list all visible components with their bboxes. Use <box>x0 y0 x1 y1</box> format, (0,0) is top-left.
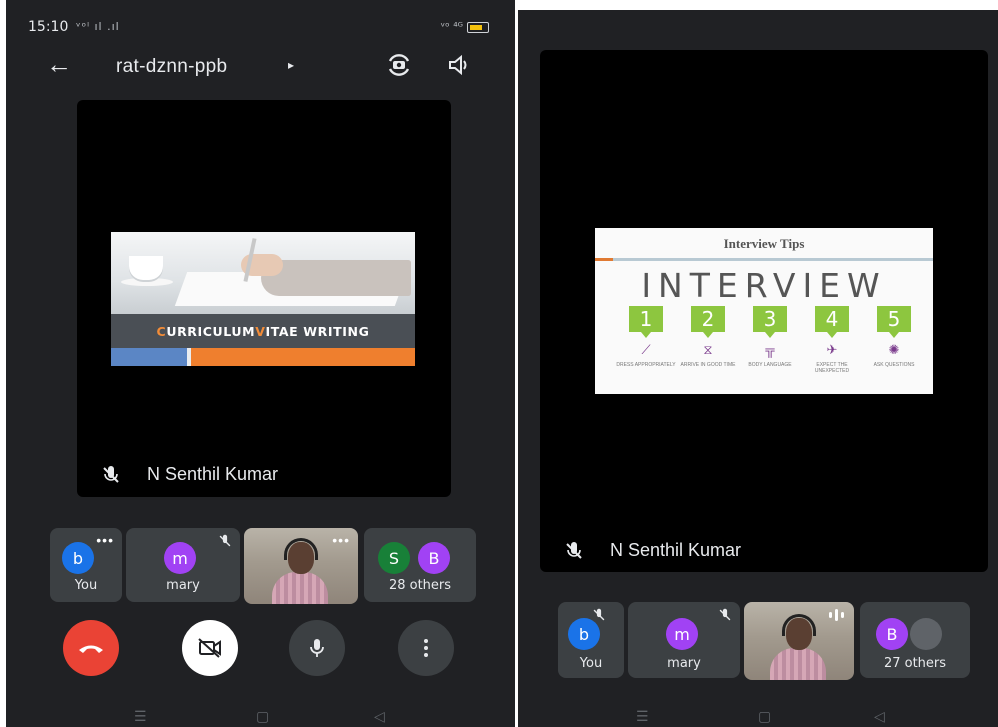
presentation-stage[interactable]: C URRICULUM V ITAE WRITING N Senthil Kumar <box>77 100 451 497</box>
more-options-icon[interactable]: ••• <box>332 532 350 548</box>
presentation-stage[interactable]: Interview Tips INTERVIEW 1 ⟋ DRESS APPRO… <box>540 50 988 572</box>
others-count: 28 others <box>388 578 452 593</box>
participant-tile-you[interactable]: b You <box>558 602 624 678</box>
more-options-icon[interactable]: ••• <box>96 532 114 548</box>
battery-icon <box>467 21 489 33</box>
avatar: B <box>876 618 908 650</box>
hang-up-icon <box>79 645 103 653</box>
avatar: m <box>164 542 196 574</box>
step-item: 2 ⧖ ARRIVE IN GOOD TIME <box>680 306 736 368</box>
participant-tile-others[interactable]: S B 28 others <box>364 528 476 602</box>
mic-off-icon <box>566 541 582 559</box>
presenter-label: N Senthil Kumar <box>101 464 278 485</box>
left-phone-screen: 15:10 ᵛᵒˡ ıl .ıl ᵛᵒ ⁴ᴳ ← rat-dznn-ppb ▸ <box>6 0 515 727</box>
interview-slide: Interview Tips INTERVIEW 1 ⟋ DRESS APPRO… <box>595 228 933 394</box>
mic-off-icon <box>219 534 231 547</box>
home-icon[interactable]: ▢ <box>758 708 771 725</box>
signal-indicator: ᵛᵒˡ ıl .ıl <box>76 20 120 33</box>
right-phone-screen: Interview Tips INTERVIEW 1 ⟋ DRESS APPRO… <box>518 10 998 727</box>
audio-level-icon <box>829 609 844 621</box>
avatar: b <box>62 542 94 574</box>
end-call-button[interactable] <box>63 620 119 676</box>
camera-off-button[interactable] <box>182 620 238 676</box>
mic-off-icon <box>103 465 119 483</box>
others-count: 27 others <box>883 656 947 671</box>
participant-name: You <box>74 578 98 593</box>
more-options-button[interactable] <box>398 620 454 676</box>
ufo-icon: ✈ <box>826 342 838 357</box>
avatar: B <box>418 542 450 574</box>
home-icon[interactable]: ▢ <box>256 708 269 725</box>
back-nav-icon[interactable]: ◁ <box>874 708 885 725</box>
slide-title: Interview Tips <box>723 236 805 251</box>
battery-indicator: ᵛᵒ ⁴ᴳ <box>441 20 489 33</box>
back-arrow-icon[interactable]: ← <box>46 50 72 78</box>
recents-icon[interactable]: ☰ <box>134 708 147 725</box>
video-off-icon <box>198 638 221 658</box>
switch-camera-icon[interactable] <box>386 52 412 78</box>
participant-video-tile[interactable] <box>744 602 854 680</box>
participant-tile-mary[interactable]: m mary <box>628 602 740 678</box>
hourglass-icon: ⧖ <box>703 342 713 357</box>
meeting-code[interactable]: rat-dznn-ppb <box>116 56 227 78</box>
participant-tile-mary[interactable]: m mary <box>126 528 240 602</box>
presenter-name: N Senthil Kumar <box>147 464 279 484</box>
dress-icon: ⟋ <box>641 342 651 357</box>
recents-icon[interactable]: ☰ <box>636 708 649 725</box>
steps-row: 1 ⟋ DRESS APPROPRIATELY 2 ⧖ ARRIVE IN GO… <box>616 306 917 386</box>
step-item: 5 ✺ ASK QUESTIONS <box>873 306 915 368</box>
system-nav-bar: ☰ ▢ ◁ <box>518 700 998 727</box>
meeting-details-caret-icon[interactable]: ▸ <box>288 58 294 72</box>
avatar: b <box>568 618 600 650</box>
system-nav-bar: ☰ ▢ ◁ <box>6 700 515 727</box>
status-time: 15:10 <box>28 19 69 35</box>
avatar: m <box>666 618 698 650</box>
chair-icon: ╦ <box>765 342 775 357</box>
mic-off-icon <box>719 608 731 621</box>
avatar: S <box>378 542 410 574</box>
avatar-photo <box>910 618 942 650</box>
mic-icon <box>310 639 324 657</box>
participant-tile-others[interactable]: B 27 others <box>860 602 970 678</box>
participant-name: mary <box>166 578 200 593</box>
cv-slide: C URRICULUM V ITAE WRITING <box>111 232 415 366</box>
vertical-dots-icon <box>424 639 428 657</box>
step-item: 3 ╦ BODY LANGUAGE <box>748 306 792 368</box>
mic-off-icon <box>593 608 605 621</box>
participant-name: mary <box>667 656 701 671</box>
slide-headline: INTERVIEW <box>641 266 887 305</box>
step-item: 1 ⟋ DRESS APPROPRIATELY <box>616 306 676 368</box>
speaker-icon[interactable] <box>446 52 472 78</box>
participant-tile-you[interactable]: ••• b You <box>50 528 122 602</box>
presenter-label: N Senthil Kumar <box>564 540 741 561</box>
back-nav-icon[interactable]: ◁ <box>374 708 385 725</box>
slide-photo <box>111 232 415 314</box>
participant-video-tile[interactable]: ••• <box>244 528 358 604</box>
lightbulb-icon: ✺ <box>888 342 900 357</box>
status-bar: 15:10 ᵛᵒˡ ıl .ıl ᵛᵒ ⁴ᴳ <box>6 0 515 40</box>
slide-title: C URRICULUM V ITAE WRITING <box>111 314 415 348</box>
participant-name: You <box>579 656 603 671</box>
step-item: 4 ✈ EXPECT THE UNEXPECTED <box>814 306 850 374</box>
meeting-top-bar: ← rat-dznn-ppb ▸ <box>6 44 515 84</box>
presenter-name: N Senthil Kumar <box>610 540 742 560</box>
coffee-cup-image <box>129 256 163 280</box>
microphone-button[interactable] <box>289 620 345 676</box>
